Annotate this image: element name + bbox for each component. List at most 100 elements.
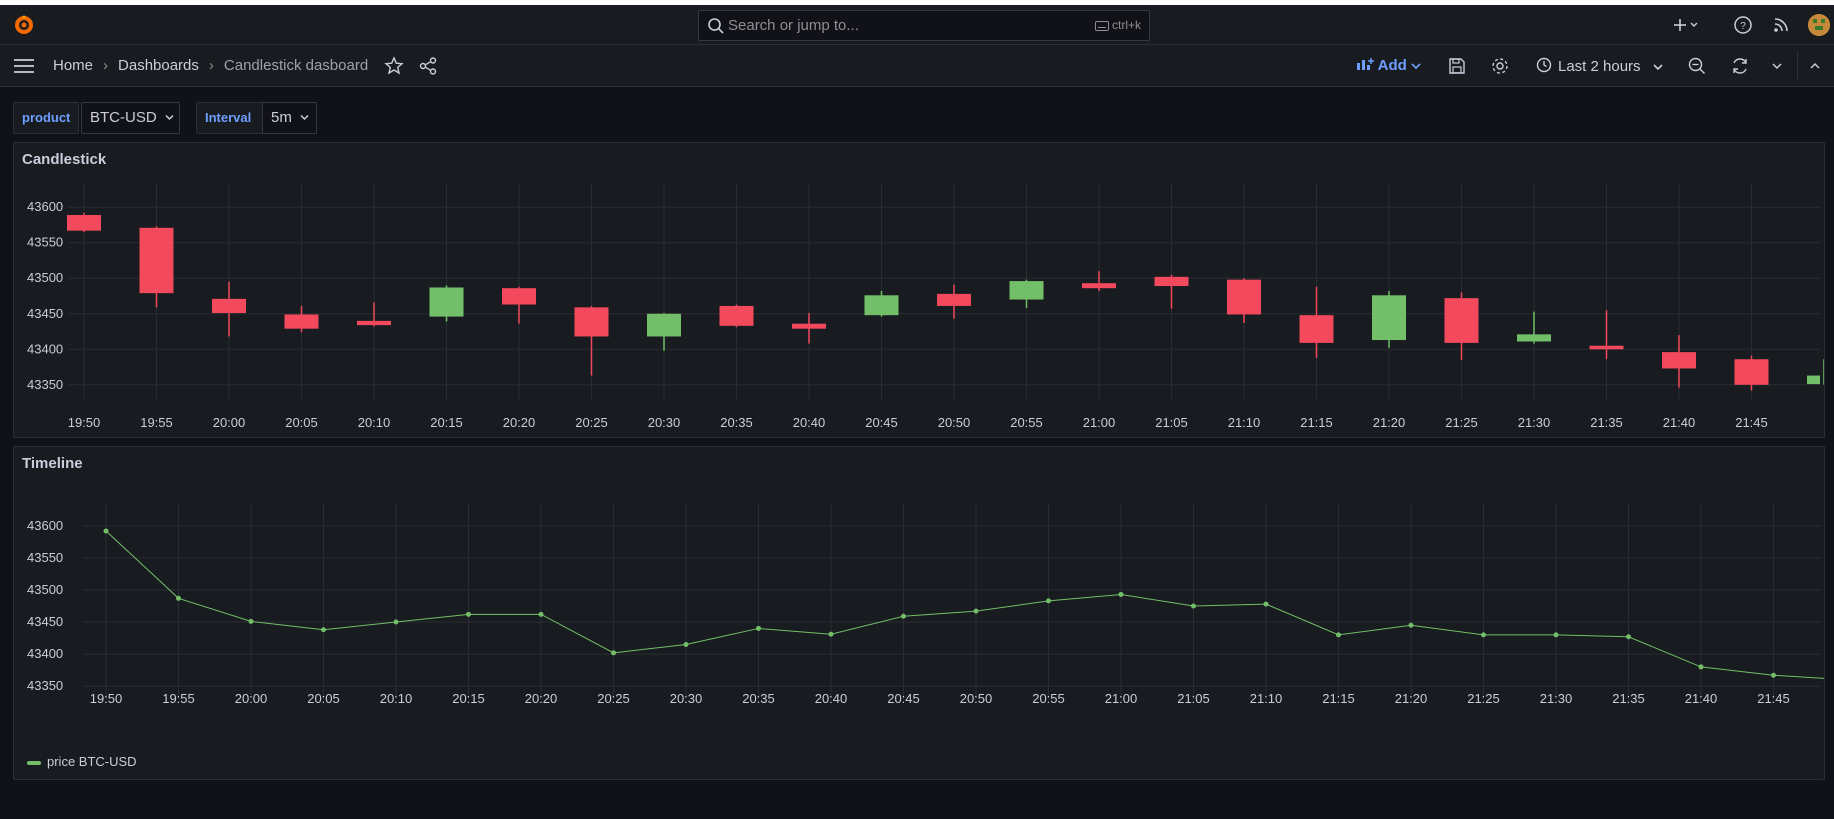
refresh-icon[interactable]: [1730, 56, 1750, 76]
candle-body[interactable]: [429, 287, 464, 317]
candle-body[interactable]: [1154, 276, 1189, 287]
candlestick-panel[interactable]: 43350 43400 43450 43500 43550 43600 19:50 19:55…: [13, 142, 1825, 438]
price-data-point[interactable]: [1336, 632, 1341, 638]
price-data-point[interactable]: [248, 618, 254, 624]
x-tick-label: 20:00: [213, 415, 246, 430]
zoom-out-icon[interactable]: [1687, 56, 1707, 76]
settings-gear-icon[interactable]: [1490, 56, 1510, 76]
search-icon: [707, 17, 725, 35]
price-data-point[interactable]: [1118, 591, 1124, 597]
new-plus-icon[interactable]: [1672, 14, 1698, 36]
candle-body[interactable]: [1009, 281, 1044, 300]
star-icon[interactable]: [384, 56, 404, 76]
price-data-point[interactable]: [1553, 632, 1559, 638]
candle-body[interactable]: [1807, 375, 1820, 385]
price-data-point[interactable]: [103, 528, 109, 534]
x-tick-label: 20:30: [670, 691, 703, 706]
price-data-point[interactable]: [1771, 672, 1776, 678]
candle-body[interactable]: [357, 320, 391, 326]
x-tick-label: 21:40: [1685, 691, 1718, 706]
candle-body[interactable]: [1734, 359, 1769, 385]
candle-body[interactable]: [1589, 345, 1624, 350]
price-data-point[interactable]: [538, 611, 544, 617]
x-tick-label: 21:20: [1373, 415, 1406, 430]
grafana-logo-icon[interactable]: [13, 14, 35, 36]
candle-body[interactable]: [937, 293, 971, 306]
price-data-point[interactable]: [1626, 634, 1631, 640]
price-data-point[interactable]: [611, 650, 616, 656]
x-tick-label: 19:55: [162, 691, 195, 706]
price-data-point[interactable]: [1698, 664, 1704, 670]
candle-body[interactable]: [212, 298, 246, 314]
x-tick-label: 20:45: [865, 415, 898, 430]
price-data-point[interactable]: [973, 608, 979, 614]
keyboard-icon: [1094, 20, 1109, 31]
legend-item[interactable]: price BTC-USD: [27, 754, 137, 769]
collapse-chevron-up-icon[interactable]: [1805, 56, 1825, 76]
x-tick-label: 20:50: [938, 415, 971, 430]
price-data-point[interactable]: [466, 611, 471, 617]
price-data-point[interactable]: [1481, 632, 1486, 638]
x-tick-label: 21:25: [1445, 415, 1478, 430]
interval-select[interactable]: 5m: [262, 102, 317, 134]
price-data-point[interactable]: [683, 641, 689, 647]
share-icon[interactable]: [418, 56, 438, 76]
x-tick-label: 20:10: [358, 415, 391, 430]
y-tick-label: 43550: [27, 550, 63, 565]
save-icon[interactable]: [1447, 56, 1467, 76]
y-tick-label: 43600: [27, 518, 63, 533]
x-tick-label: 20:30: [648, 415, 681, 430]
x-tick-label: 20:15: [430, 415, 463, 430]
candle-body[interactable]: [67, 215, 101, 231]
rss-icon[interactable]: [1770, 14, 1792, 36]
price-data-point[interactable]: [756, 625, 761, 631]
x-tick-label: 20:55: [1010, 415, 1043, 430]
candle-body[interactable]: [284, 314, 319, 329]
price-data-point[interactable]: [901, 613, 906, 619]
x-tick-label: 19:50: [68, 415, 101, 430]
x-tick-label: 20:20: [525, 691, 558, 706]
candle-body[interactable]: [1227, 279, 1261, 315]
time-range-picker[interactable]: Last 2 hours: [1536, 57, 1663, 75]
candle-body[interactable]: [1517, 334, 1551, 342]
timeline-panel[interactable]: 43350 43400 43450 43500 43550 43600 19:50 19:55…: [13, 446, 1825, 780]
price-data-point[interactable]: [1191, 603, 1196, 609]
price-data-point[interactable]: [321, 627, 326, 633]
panel-title: Candlestick: [22, 151, 107, 168]
refresh-interval-chevron-icon[interactable]: [1767, 56, 1787, 76]
candle-body[interactable]: [719, 305, 754, 326]
price-data-point[interactable]: [1046, 598, 1051, 604]
user-avatar[interactable]: [1808, 14, 1830, 36]
clock-icon: [1536, 57, 1552, 73]
price-data-point[interactable]: [393, 619, 399, 625]
add-button[interactable]: Add: [1356, 57, 1421, 74]
candle-body[interactable]: [1082, 283, 1116, 289]
chevron-down-icon: [165, 114, 174, 121]
breadcrumb-home[interactable]: Home: [53, 57, 93, 74]
menu-icon[interactable]: [13, 56, 35, 76]
price-data-point[interactable]: [1408, 622, 1414, 628]
x-tick-label: 20:25: [597, 691, 630, 706]
candle-body[interactable]: [502, 288, 536, 305]
candle-body[interactable]: [1444, 298, 1479, 343]
y-tick-label: 43400: [27, 646, 63, 661]
y-tick-label: 43550: [27, 235, 63, 250]
candle-body[interactable]: [139, 227, 174, 294]
y-tick-label: 43350: [27, 678, 63, 693]
x-tick-label: 20:55: [1032, 691, 1065, 706]
candle-body[interactable]: [864, 295, 899, 316]
candle-body[interactable]: [1662, 352, 1696, 369]
candle-body[interactable]: [792, 323, 826, 329]
candle-body[interactable]: [647, 313, 681, 337]
price-data-point[interactable]: [828, 631, 834, 637]
price-data-point[interactable]: [176, 595, 181, 601]
candle-body[interactable]: [574, 307, 609, 337]
price-data-point[interactable]: [1263, 601, 1269, 607]
search-input[interactable]: Search or jump to... ctrl+k: [698, 10, 1150, 41]
help-icon[interactable]: ?: [1732, 14, 1754, 36]
candle-body[interactable]: [1372, 295, 1406, 341]
breadcrumb-dashboards[interactable]: Dashboards: [118, 57, 199, 74]
price-series-line: [105, 530, 1824, 679]
product-select[interactable]: BTC-USD: [81, 102, 180, 134]
candle-body[interactable]: [1299, 315, 1334, 343]
